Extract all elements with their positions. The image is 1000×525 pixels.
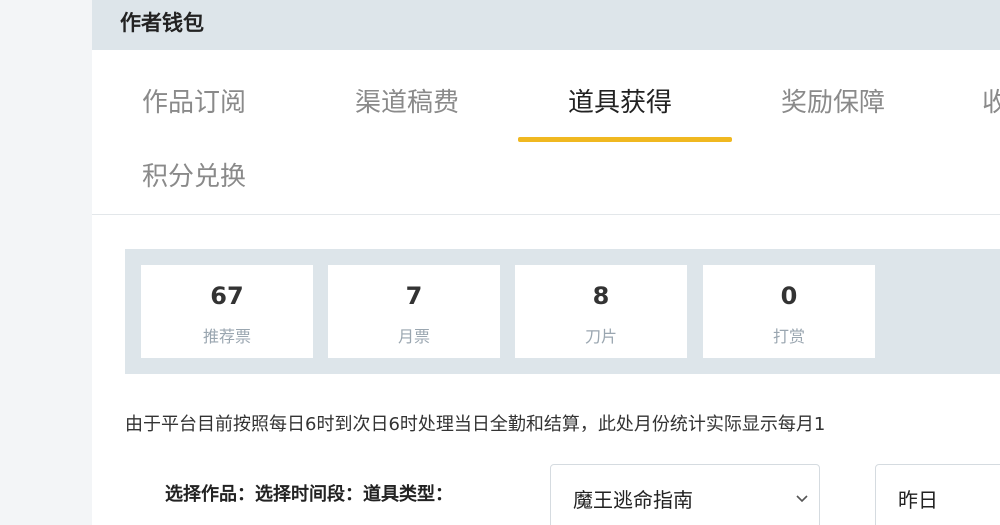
panel-header: 作者钱包 <box>92 0 1000 50</box>
settlement-notice: 由于平台目前按照每日6时到次日6时处理当日全勤和结算，此处月份统计实际显示每月1 <box>125 414 826 435</box>
stats-summary: 67 推荐票 7 月票 8 刀片 0 打赏 <box>125 249 1000 374</box>
stat-value: 0 <box>780 282 798 310</box>
stat-card-blades: 8 刀片 <box>515 265 687 358</box>
stat-label: 推荐票 <box>202 327 251 346</box>
active-tab-indicator <box>518 137 732 142</box>
tab-props-earned[interactable]: 道具获得 <box>568 82 672 119</box>
stat-value: 7 <box>405 282 423 310</box>
page-title: 作者钱包 <box>120 11 204 35</box>
tabs-divider <box>92 214 1000 215</box>
stat-value: 67 <box>210 282 244 310</box>
chevron-down-icon <box>795 489 809 508</box>
stat-card-recommend-votes: 67 推荐票 <box>141 265 313 358</box>
tab-channel-royalty[interactable]: 渠道稿费 <box>355 82 459 119</box>
tab-points-exchange[interactable]: 积分兑换 <box>142 156 246 193</box>
stat-label: 月票 <box>397 327 430 346</box>
time-select[interactable]: 昨日 <box>875 464 1000 525</box>
stat-value: 8 <box>592 282 610 310</box>
work-select-value: 魔王逃命指南 <box>573 488 693 512</box>
stat-card-tips: 0 打赏 <box>703 265 875 358</box>
author-wallet-panel: 作者钱包 作品订阅 渠道稿费 道具获得 奖励保障 收 积分兑换 67 推荐票 7… <box>92 0 1000 525</box>
tab-reward-guarantee[interactable]: 奖励保障 <box>781 82 885 119</box>
stat-card-monthly-votes: 7 月票 <box>328 265 500 358</box>
stat-label: 打赏 <box>772 327 805 346</box>
work-select[interactable]: 魔王逃命指南 <box>550 464 820 525</box>
tab-income[interactable]: 收 <box>982 82 1000 119</box>
stat-label: 刀片 <box>584 327 617 346</box>
time-select-value: 昨日 <box>898 488 938 512</box>
filter-labels: 选择作品：选择时间段：道具类型： <box>165 484 453 505</box>
tab-subscription[interactable]: 作品订阅 <box>142 82 246 119</box>
